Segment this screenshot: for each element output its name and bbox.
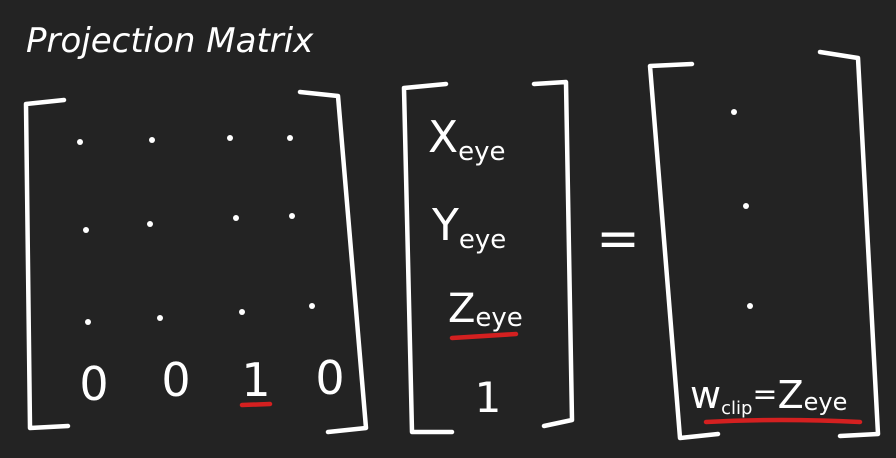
vector-highlight-underline xyxy=(449,331,519,341)
matrix-dot xyxy=(227,135,233,141)
matrix-dot xyxy=(233,215,239,221)
matrix-dot xyxy=(149,137,155,143)
matrix-entry-r4c4: 0 xyxy=(315,351,344,405)
matrix-dot xyxy=(83,227,89,233)
matrix-dot xyxy=(309,303,315,309)
vector-entry-w: 1 xyxy=(475,373,502,422)
vector-entry-z: Zeye xyxy=(448,286,523,333)
matrix-dot xyxy=(147,221,153,227)
result-dot xyxy=(747,303,753,309)
vector-entry-x: Xeye xyxy=(428,112,506,167)
diagram-title: Projection Matrix xyxy=(26,21,314,61)
whiteboard-canvas: Projection Matrix 0 0 1 0 Xeye Yeye Zeye… xyxy=(0,0,896,458)
matrix-entry-r4c2: 0 xyxy=(161,353,190,407)
result-dot xyxy=(731,109,737,115)
matrix-left-bracket xyxy=(23,97,71,431)
equals-sign: = xyxy=(596,209,640,269)
matrix-dot xyxy=(239,309,245,315)
result-right-bracket xyxy=(817,49,881,439)
matrix-entry-r4c1: 0 xyxy=(79,357,108,411)
matrix-dot xyxy=(157,315,163,321)
vector-entry-y: Yeye xyxy=(431,200,506,255)
matrix-placeholder-dots xyxy=(77,135,315,325)
matrix-highlight-underline xyxy=(239,401,273,408)
result-dot xyxy=(743,203,749,209)
result-placeholder-dots xyxy=(731,109,753,309)
matrix-dot xyxy=(289,213,295,219)
result-highlight-underline xyxy=(703,417,863,425)
matrix-entry-r4c3: 1 xyxy=(241,353,270,407)
vector-right-bracket xyxy=(531,79,575,429)
diagram-svg: Projection Matrix 0 0 1 0 Xeye Yeye Zeye… xyxy=(23,21,881,441)
matrix-dot xyxy=(287,135,293,141)
matrix-dot xyxy=(85,319,91,325)
matrix-dot xyxy=(77,139,83,145)
result-entry-w: wclip=Zeye xyxy=(690,373,847,419)
